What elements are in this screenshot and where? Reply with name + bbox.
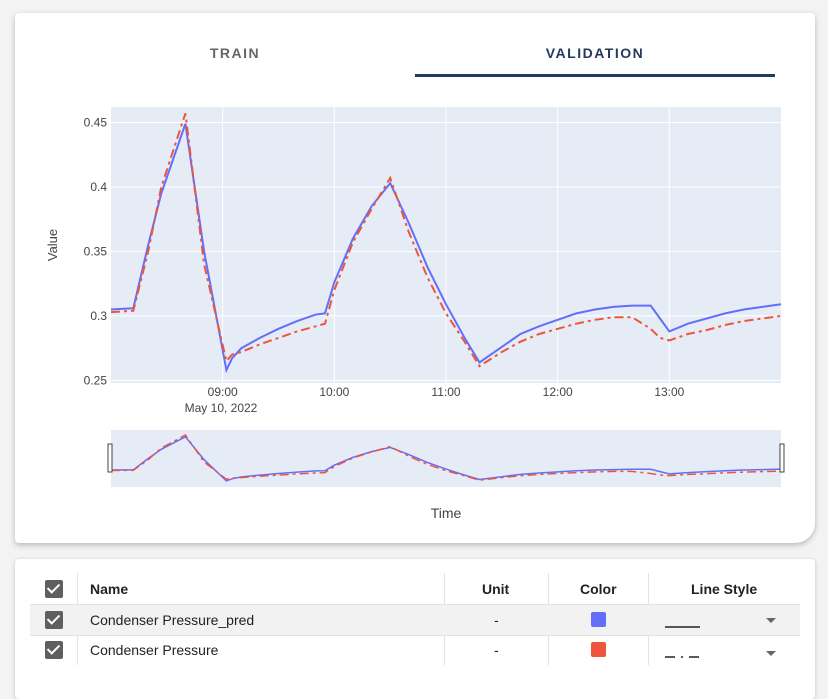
y-tick-label: 0.35 xyxy=(84,244,108,258)
row-checkbox[interactable] xyxy=(45,611,63,629)
y-tick-label: 0.4 xyxy=(90,180,107,194)
header-color: Color xyxy=(580,581,617,597)
line-style-preview xyxy=(665,626,700,628)
table-row[interactable]: Condenser Pressure_pred - xyxy=(30,604,800,636)
series-unit: - xyxy=(494,642,499,658)
y-axis-label: Value xyxy=(45,229,60,261)
series-unit: - xyxy=(494,612,499,628)
chart-card: TRAIN VALIDATION 0.25 0.3 0.35 0.4 0.45 09:0… xyxy=(15,13,815,543)
line-style-preview xyxy=(665,656,700,658)
x-tick-label: 11:00 xyxy=(431,385,460,399)
x-tick-label: 09:00 xyxy=(208,385,238,399)
y-tick-label: 0.3 xyxy=(90,309,107,323)
x-tick-label: 12:00 xyxy=(543,385,573,399)
line-chart[interactable]: 0.25 0.3 0.35 0.4 0.45 09:00 10:00 11:00 12:00 1… xyxy=(15,13,815,543)
series-table: Name Unit Color Line Style Condenser Pre… xyxy=(15,559,815,699)
series-color-swatch[interactable] xyxy=(591,612,606,627)
row-checkbox[interactable] xyxy=(45,641,63,659)
y-tick-label: 0.45 xyxy=(84,115,108,129)
x-date-label: May 10, 2022 xyxy=(185,401,258,415)
table-row[interactable]: Condenser Pressure - xyxy=(30,635,800,665)
series-color-swatch[interactable] xyxy=(591,642,606,657)
range-slider-right-handle[interactable] xyxy=(779,443,785,473)
select-all-checkbox[interactable] xyxy=(45,580,63,598)
header-name: Name xyxy=(90,581,129,597)
line-style-dropdown[interactable] xyxy=(766,618,776,623)
range-slider[interactable] xyxy=(111,430,781,487)
x-axis-label: Time xyxy=(431,505,462,521)
x-tick-label: 13:00 xyxy=(654,385,684,399)
header-line-style: Line Style xyxy=(691,581,758,597)
range-slider-left-handle[interactable] xyxy=(107,443,113,473)
header-unit: Unit xyxy=(482,581,510,597)
line-style-dropdown[interactable] xyxy=(766,651,776,656)
series-name: Condenser Pressure_pred xyxy=(90,612,255,628)
x-tick-label: 10:00 xyxy=(319,385,349,399)
y-tick-label: 0.25 xyxy=(84,373,108,387)
series-name: Condenser Pressure xyxy=(90,642,219,658)
